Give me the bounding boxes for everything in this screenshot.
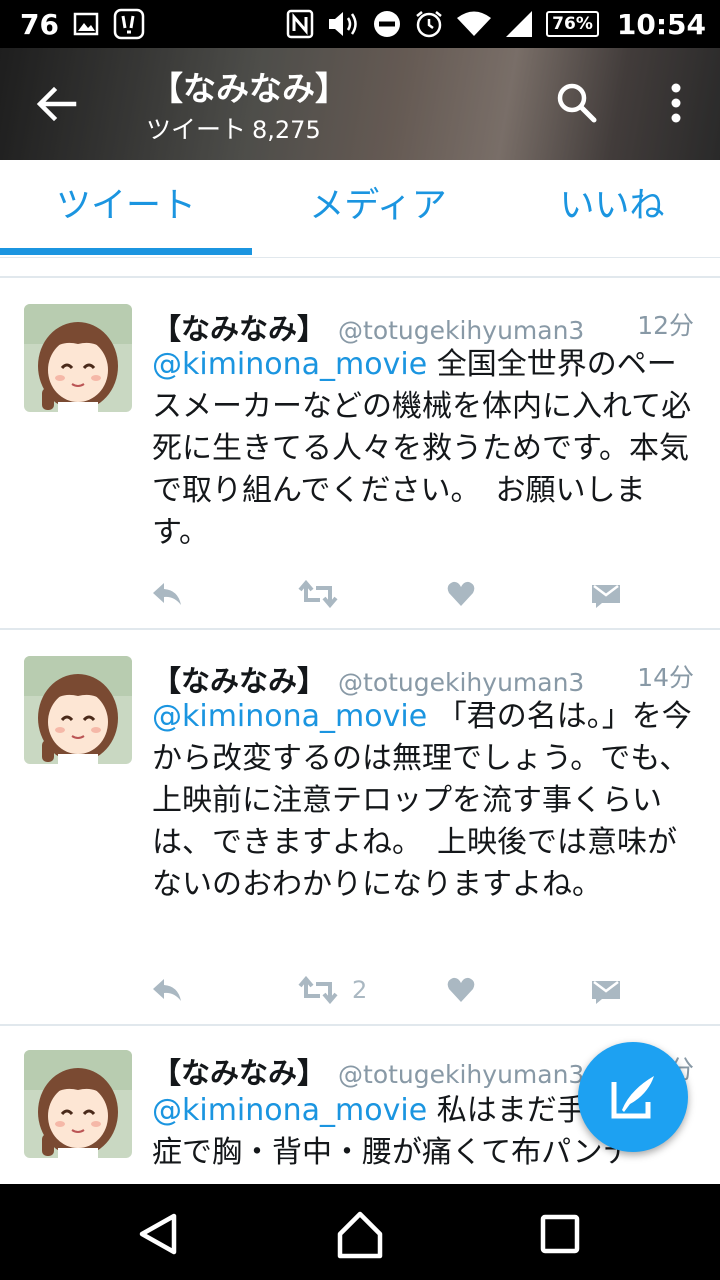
app-notification-icon [113,8,145,40]
heart-icon [447,581,475,606]
tweet-item[interactable]: 【なみなみ】 @totugekihyuman3 14分 @kiminona_mov… [0,630,720,1026]
envelope-icon [592,981,620,1004]
nfc-icon [286,9,314,39]
avatar[interactable] [24,1050,132,1158]
tweet-count-row: ツイート 8,275 [146,110,321,146]
tweet-header: 【なみなみ】 @totugekihyuman3 [152,658,584,698]
home-icon[interactable] [330,1204,390,1264]
tab-tweets[interactable]: ツイート [0,160,252,258]
tab-media[interactable]: メディア [252,160,504,258]
like-button[interactable] [446,972,476,1008]
recents-icon[interactable] [530,1204,590,1264]
wifi-icon [457,11,492,36]
tweet-time: 14分 [637,663,694,692]
reply-button[interactable] [150,972,184,1008]
retweet-icon [298,580,338,608]
back-arrow-icon[interactable] [30,78,82,130]
tweet-author-name[interactable]: 【なみなみ】 [152,312,326,346]
tweet-actions [150,576,650,616]
tweet-author-name[interactable]: 【なみなみ】 [152,664,326,698]
mention-link[interactable]: @kiminona_movie [152,1093,427,1128]
compose-tweet-icon [611,1076,654,1119]
alarm-icon [416,11,442,38]
status-bar: 76 76% 10:54 [0,0,720,48]
back-triangle-icon[interactable] [128,1204,188,1264]
signal-icon [506,11,533,37]
retweet-count: 2 [352,976,368,1004]
search-icon[interactable] [552,78,602,128]
tweet-author-handle[interactable]: @totugekihyuman3 [338,316,584,345]
profile-tabs: ツイート メディア いいね [0,160,720,258]
envelope-icon [592,585,620,608]
reply-button[interactable] [150,576,184,612]
avatar[interactable] [24,304,132,412]
compose-tweet-button[interactable] [578,1042,688,1152]
tab-likes[interactable]: いいね [504,160,720,258]
tweet-header: 【なみなみ】 @totugekihyuman3 [152,306,584,346]
mention-link[interactable]: @kiminona_movie [152,347,427,382]
tweet-count-label: ツイート [146,115,247,144]
reply-icon [153,979,181,1001]
direct-message-button[interactable] [590,972,622,1008]
battery-indicator: 76% [546,11,599,37]
volume-icon [329,12,357,36]
tweet-author-name[interactable]: 【なみなみ】 [152,1056,326,1090]
tweet-time: 12分 [637,311,694,340]
do-not-disturb-icon [374,11,401,37]
avatar[interactable] [24,656,132,764]
direct-message-button[interactable] [590,576,622,612]
clock: 10:54 [616,7,706,41]
active-tab-indicator [0,248,252,255]
tweet-text: @kiminona_movie 「君の名は。」を今から改変するのは無理でしょう。… [152,696,700,906]
tweet-count: 8,275 [252,116,321,144]
tweet-author-handle[interactable]: @totugekihyuman3 [338,668,584,697]
system-nav-bar [0,1184,720,1280]
tweet-text: @kiminona_movie 全国全世界のペースメーカーなどの機械を体内に入れ… [152,344,700,554]
profile-name: 【なみなみ】 [150,69,348,108]
notification-count: 76 [20,7,59,41]
like-button[interactable] [446,576,476,612]
retweet-icon [298,976,338,1004]
heart-icon [447,977,475,1002]
profile-header: 【なみなみ】 ツイート 8,275 [0,48,720,160]
tweet-header: 【なみなみ】 @totugekihyuman3 [152,1050,584,1090]
mention-link[interactable]: @kiminona_movie [152,699,427,734]
tweet-item[interactable]: 【なみなみ】 @totugekihyuman3 12分 @kiminona_mov… [0,278,720,630]
tweet-author-handle[interactable]: @totugekihyuman3 [338,1060,584,1089]
reply-icon [153,583,181,605]
retweet-button[interactable] [298,576,338,612]
more-options-icon[interactable] [656,78,696,128]
retweet-button[interactable]: 2 [298,972,367,1008]
tweet-actions: 2 [150,972,650,1012]
image-icon [73,12,99,36]
